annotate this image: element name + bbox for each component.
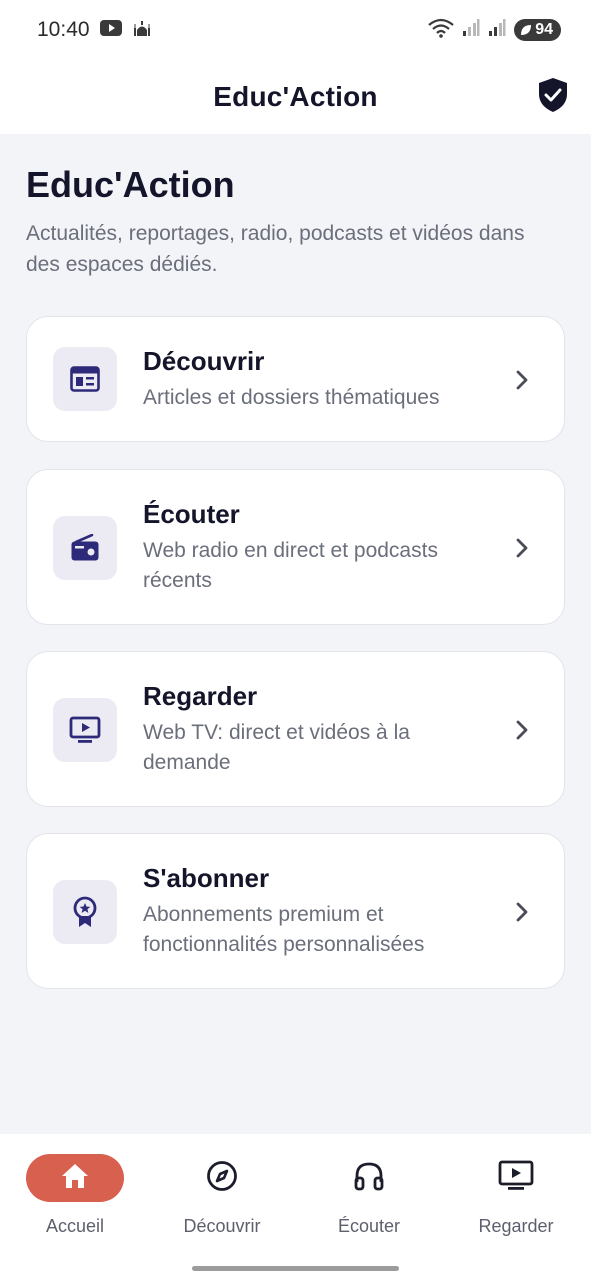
home-icon — [60, 1162, 90, 1195]
youtube-notification-icon — [99, 19, 122, 41]
status-right: 94 — [428, 18, 561, 43]
status-left: 10:40 — [37, 18, 152, 43]
nav-item-decouvrir[interactable]: Découvrir — [147, 1154, 297, 1237]
card-decouvrir[interactable]: Découvrir Articles et dossiers thématiqu… — [26, 316, 565, 442]
card-description: Web radio en direct et podcasts récents — [143, 539, 438, 592]
status-bar: 10:40 94 — [0, 0, 591, 60]
bottom-navigation: Accueil Découvrir Écouter Regarder — [0, 1134, 591, 1280]
card-regarder[interactable]: Regarder Web TV: direct et vidéos à la d… — [26, 651, 565, 807]
nav-label: Accueil — [45, 1216, 105, 1236]
card-text: S'abonner Abonnements premium et fonctio… — [143, 862, 494, 960]
card-title: S'abonner — [143, 863, 270, 893]
page-subtitle: Actualités, reportages, radio, podcasts … — [26, 222, 525, 276]
card-text: Regarder Web TV: direct et vidéos à la d… — [143, 680, 494, 778]
battery-indicator: 94 — [514, 19, 561, 41]
page-title: Educ'Action — [26, 164, 235, 205]
nav-item-regarder[interactable]: Regarder — [441, 1154, 591, 1237]
main-content: Educ'Action Actualités, reportages, radi… — [0, 134, 591, 1134]
chevron-right-icon — [514, 369, 530, 391]
gesture-handle[interactable] — [192, 1266, 399, 1271]
card-title: Écouter — [143, 499, 240, 529]
card-text: Écouter Web radio en direct et podcasts … — [143, 498, 494, 596]
card-description: Abonnements premium et fonctionnalités p… — [143, 903, 425, 956]
card-title: Regarder — [143, 681, 258, 711]
chevron-right-icon — [514, 537, 530, 559]
nav-item-accueil[interactable]: Accueil — [0, 1154, 150, 1237]
card-text: Découvrir Articles et dossiers thématiqu… — [143, 345, 494, 413]
nav-icon-container — [320, 1154, 418, 1202]
card-description: Web TV: direct et vidéos à la demande — [143, 721, 410, 774]
compass-icon — [206, 1160, 238, 1197]
award-badge-icon — [53, 880, 117, 944]
nav-item-ecouter[interactable]: Écouter — [294, 1154, 444, 1237]
signal-icon-1 — [462, 18, 480, 42]
nav-label: Découvrir — [183, 1216, 261, 1236]
tv-play-icon — [498, 1160, 534, 1197]
battery-level: 94 — [535, 21, 553, 38]
nav-label: Regarder — [478, 1216, 554, 1236]
status-time: 10:40 — [37, 18, 90, 41]
chevron-right-icon — [514, 901, 530, 923]
radio-icon — [53, 516, 117, 580]
nav-label: Écouter — [337, 1216, 401, 1236]
card-title: Découvrir — [143, 346, 265, 376]
app-bar: Educ'Action — [0, 60, 591, 134]
card-description: Articles et dossiers thématiques — [143, 386, 440, 409]
chevron-right-icon — [514, 719, 530, 741]
wifi-icon — [428, 18, 454, 43]
card-ecouter[interactable]: Écouter Web radio en direct et podcasts … — [26, 469, 565, 625]
battery-saver-leaf-icon — [521, 25, 532, 35]
app-bar-title: Educ'Action — [213, 81, 378, 112]
mosque-notification-icon — [132, 18, 152, 43]
newspaper-icon — [53, 347, 117, 411]
nav-icon-container — [173, 1154, 271, 1202]
card-sabonner[interactable]: S'abonner Abonnements premium et fonctio… — [26, 833, 565, 989]
tv-play-icon — [53, 698, 117, 762]
nav-active-indicator — [26, 1154, 124, 1202]
nav-icon-container — [467, 1154, 565, 1202]
shield-check-icon[interactable] — [537, 77, 569, 113]
signal-icon-2 — [488, 18, 506, 42]
headphones-icon — [353, 1160, 385, 1197]
